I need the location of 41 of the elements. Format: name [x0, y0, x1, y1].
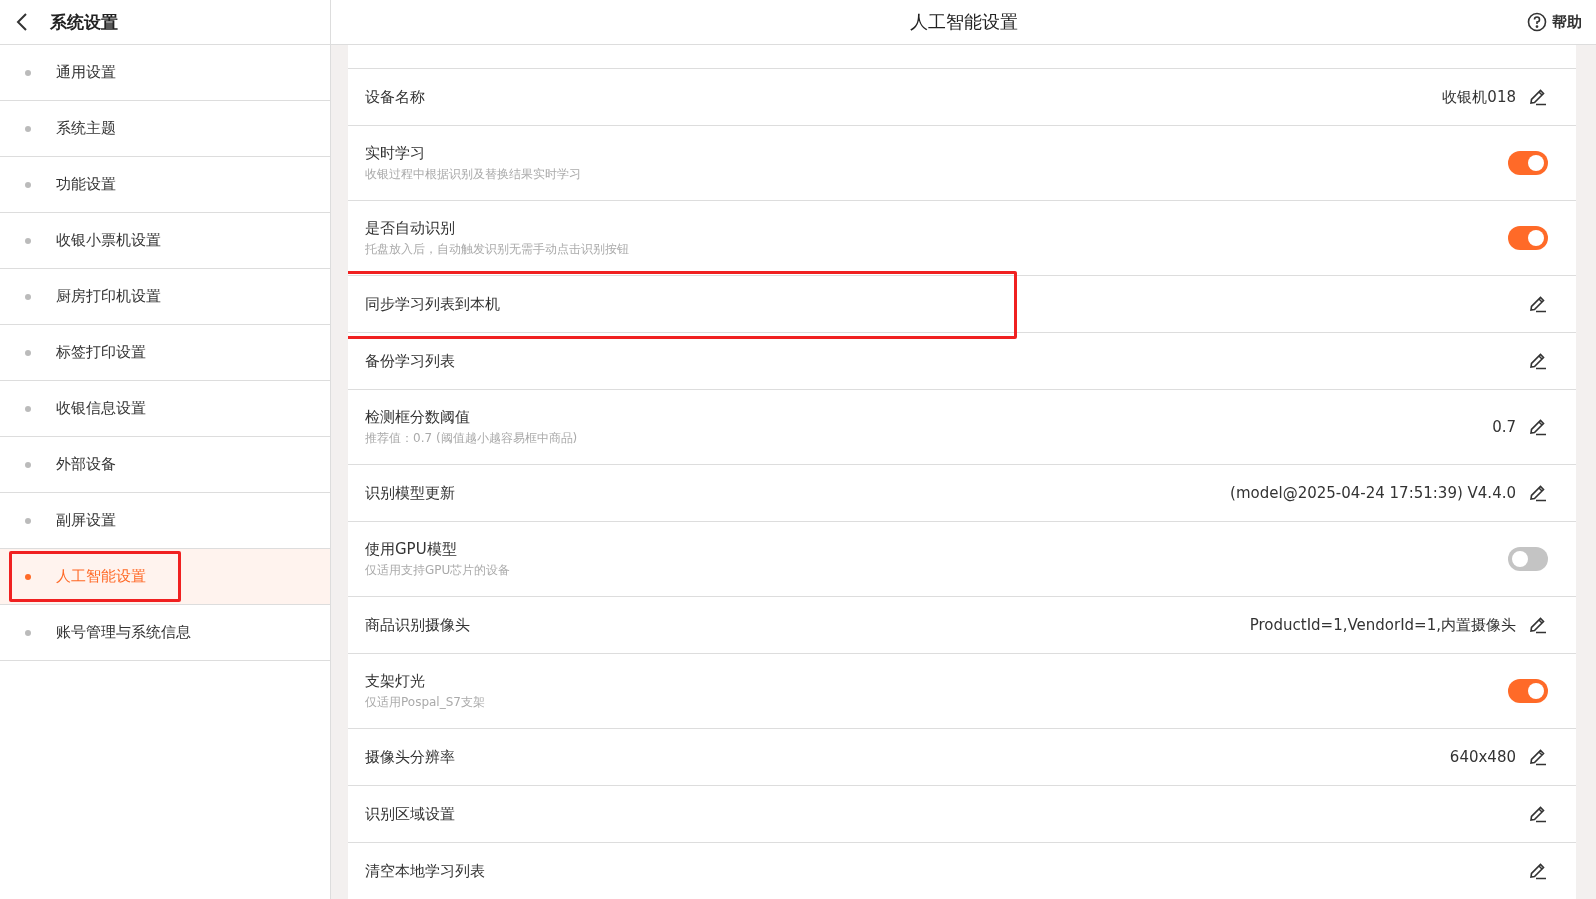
- setting-value: 640x480: [1449, 748, 1516, 766]
- setting-label: 清空本地学习列表: [365, 861, 486, 881]
- setting-value: 收银机018: [1442, 87, 1516, 107]
- toggle-switch[interactable]: [1508, 547, 1548, 571]
- edit-icon[interactable]: [1528, 483, 1548, 503]
- setting-label: 检测框分数阈值: [365, 407, 471, 427]
- edit-icon[interactable]: [1528, 747, 1548, 767]
- edit-icon[interactable]: [1528, 417, 1548, 437]
- help-icon: [1527, 12, 1547, 32]
- edit-icon[interactable]: [1528, 294, 1548, 314]
- setting-label: 摄像头分辨率: [365, 747, 456, 767]
- help-button[interactable]: 帮助: [1523, 8, 1586, 36]
- setting-label: 使用GPU模型: [365, 539, 458, 559]
- toggle-switch[interactable]: [1508, 679, 1548, 703]
- setting-description: 仅适用支持GPU芯片的设备: [365, 561, 512, 579]
- setting-label: 识别区域设置: [365, 804, 456, 824]
- setting-label: 支架灯光: [365, 671, 426, 691]
- edit-icon[interactable]: [1528, 804, 1548, 824]
- setting-label: 是否自动识别: [365, 218, 456, 238]
- setting-label: 实时学习: [365, 143, 426, 163]
- setting-label: 识别模型更新: [365, 483, 456, 503]
- edit-icon[interactable]: [1528, 87, 1548, 107]
- setting-label: 设备名称: [365, 87, 426, 107]
- toggle-switch[interactable]: [1508, 151, 1548, 175]
- sidebar-title: 系统设置: [50, 10, 118, 34]
- setting-label: 备份学习列表: [365, 351, 456, 371]
- setting-value: 0.7: [1492, 418, 1516, 436]
- setting-value: (model@2025-04-24 17:51:39) V4.4.0: [1230, 484, 1516, 502]
- setting-description: 托盘放入后，自动触发识别无需手动点击识别按钮: [365, 240, 630, 258]
- setting-description: 仅适用Pospal_S7支架: [365, 693, 486, 711]
- setting-label: 商品识别摄像头: [365, 615, 471, 635]
- edit-icon[interactable]: [1528, 861, 1548, 881]
- page-title: 人工智能设置: [909, 10, 1018, 34]
- edit-icon[interactable]: [1528, 351, 1548, 371]
- setting-label: 同步学习列表到本机: [365, 294, 501, 314]
- setting-description: 推荐值：0.7 (阈值越小越容易框中商品): [365, 429, 579, 447]
- setting-description: 收银过程中根据识别及替换结果实时学习: [365, 165, 582, 183]
- back-icon[interactable]: [16, 13, 28, 31]
- edit-icon[interactable]: [1528, 615, 1548, 635]
- toggle-switch[interactable]: [1508, 226, 1548, 250]
- setting-value: ProductId=1,VendorId=1,内置摄像头: [1249, 615, 1516, 635]
